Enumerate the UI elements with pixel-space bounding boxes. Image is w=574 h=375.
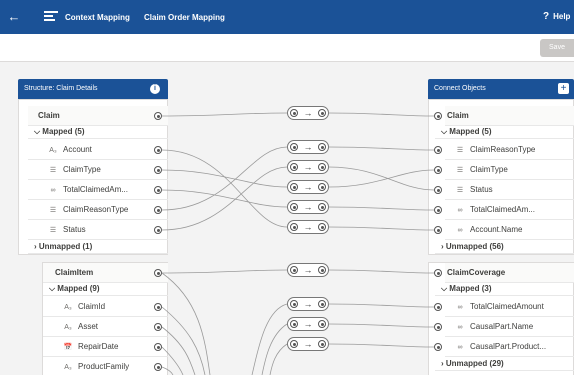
arrow-right-icon: →: [303, 265, 313, 275]
arrow-right-icon: →: [303, 319, 313, 329]
node-input-dot[interactable]: [290, 300, 298, 308]
node-output-dot[interactable]: [318, 340, 326, 348]
node-output-dot[interactable]: [318, 183, 326, 191]
node-input-dot[interactable]: [290, 266, 298, 274]
node-input-dot[interactable]: [290, 223, 298, 231]
arrow-right-icon: →: [303, 222, 313, 232]
transform-node[interactable]: →: [287, 263, 329, 277]
transform-node[interactable]: →: [287, 106, 329, 120]
transform-node[interactable]: →: [287, 160, 329, 174]
transform-node[interactable]: →: [287, 220, 329, 234]
arrow-right-icon: →: [303, 162, 313, 172]
node-output-dot[interactable]: [318, 300, 326, 308]
node-input-dot[interactable]: [290, 163, 298, 171]
arrow-right-icon: →: [303, 339, 313, 349]
arrow-right-icon: →: [303, 299, 313, 309]
node-input-dot[interactable]: [290, 183, 298, 191]
transform-node[interactable]: →: [287, 297, 329, 311]
node-output-dot[interactable]: [318, 109, 326, 117]
arrow-right-icon: →: [303, 202, 313, 212]
transform-node[interactable]: →: [287, 140, 329, 154]
arrow-right-icon: →: [303, 108, 313, 118]
transform-node[interactable]: →: [287, 180, 329, 194]
node-input-dot[interactable]: [290, 109, 298, 117]
arrow-right-icon: →: [303, 142, 313, 152]
node-output-dot[interactable]: [318, 203, 326, 211]
node-output-dot[interactable]: [318, 266, 326, 274]
transform-node[interactable]: →: [287, 337, 329, 351]
node-input-dot[interactable]: [290, 143, 298, 151]
transform-node[interactable]: →: [287, 200, 329, 214]
transform-node[interactable]: →: [287, 317, 329, 331]
node-output-dot[interactable]: [318, 320, 326, 328]
node-output-dot[interactable]: [318, 143, 326, 151]
node-input-dot[interactable]: [290, 340, 298, 348]
node-input-dot[interactable]: [290, 320, 298, 328]
arrow-right-icon: →: [303, 182, 313, 192]
node-output-dot[interactable]: [318, 223, 326, 231]
node-output-dot[interactable]: [318, 163, 326, 171]
node-input-dot[interactable]: [290, 203, 298, 211]
